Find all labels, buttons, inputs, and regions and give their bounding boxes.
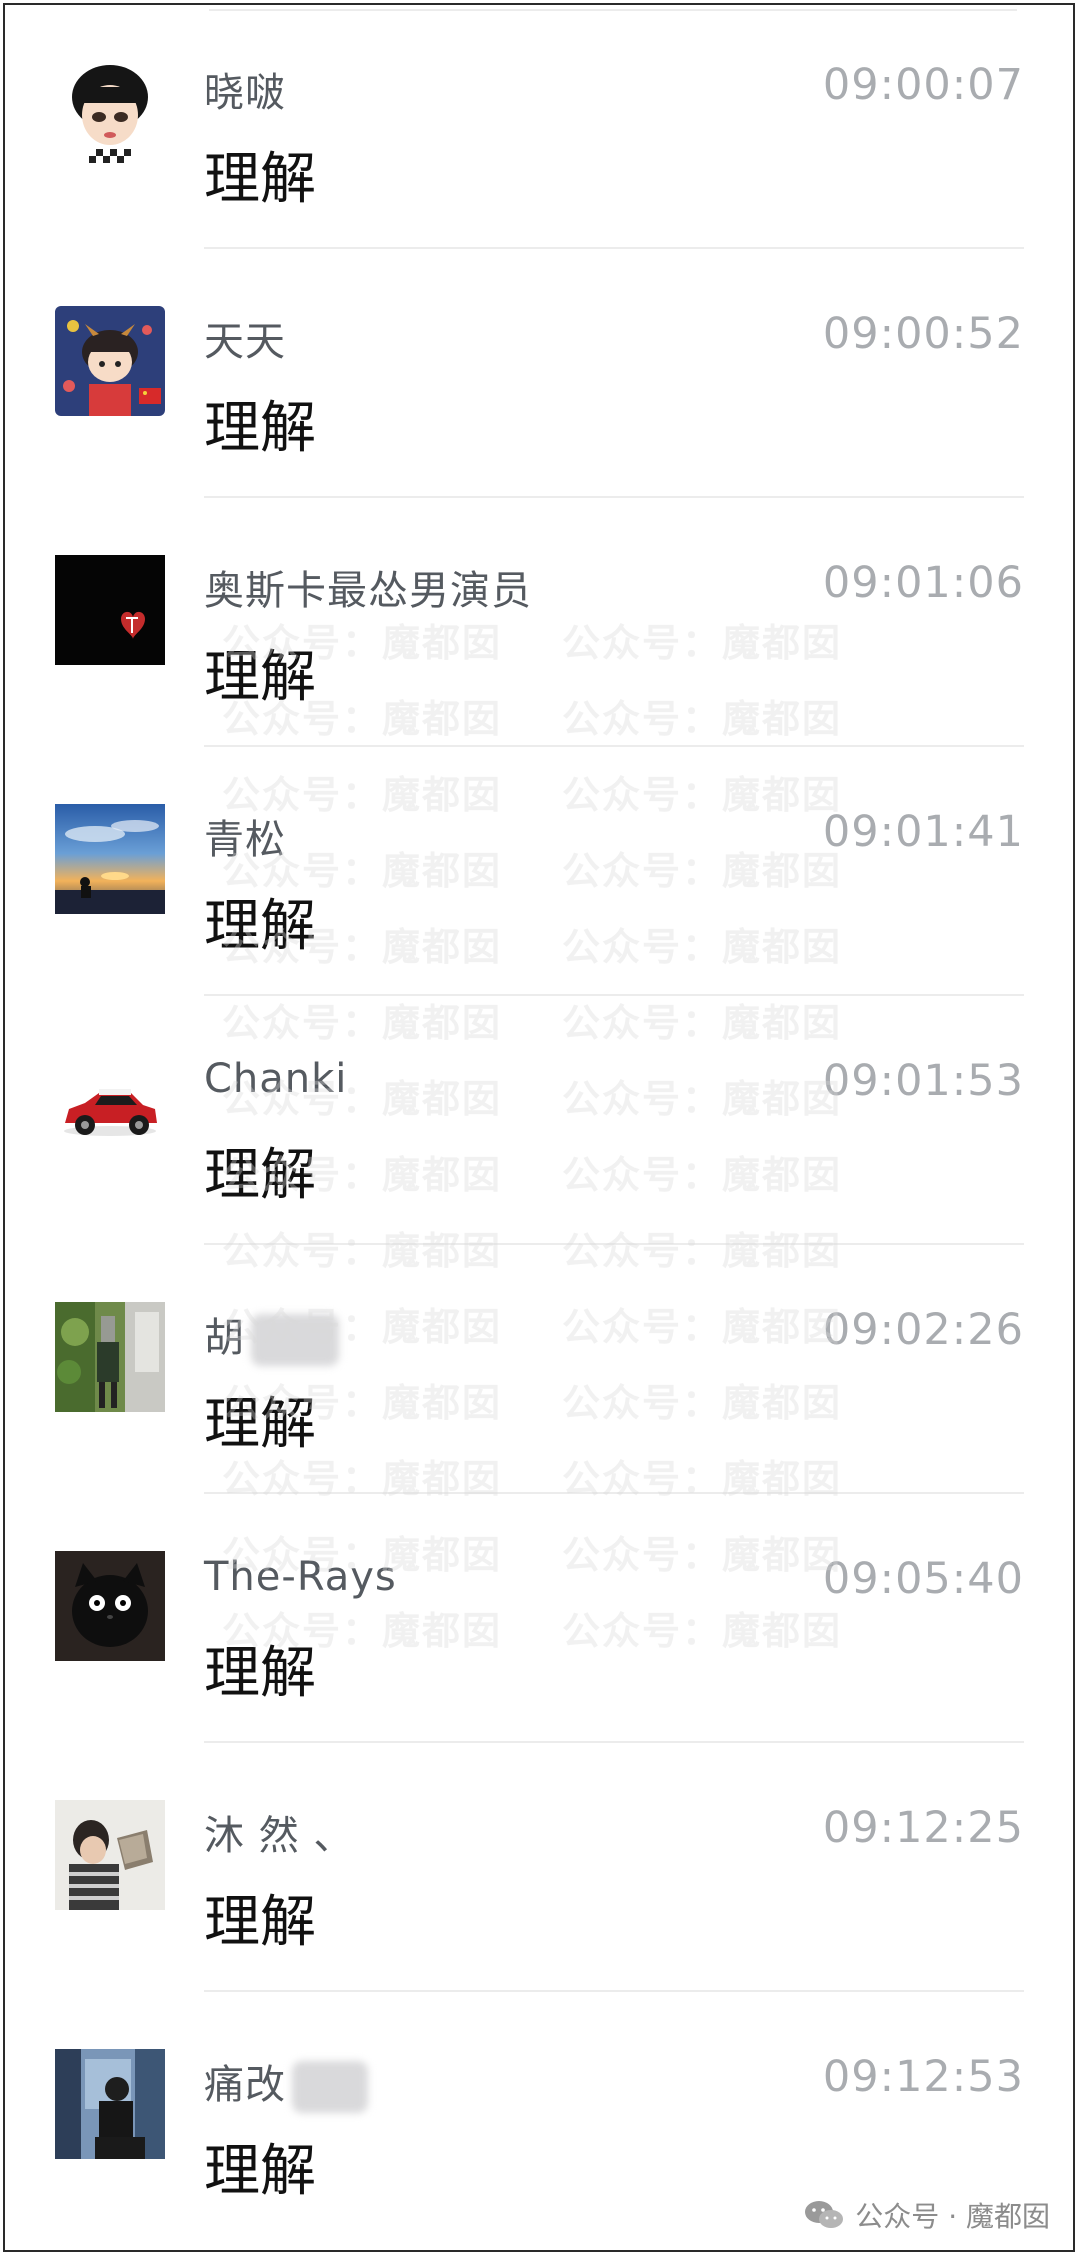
message-time: 09:02:26 (822, 1305, 1024, 1355)
chat-row[interactable]: 晓啵 09:00:07 理解 (0, 0, 1080, 249)
message-time: 09:01:41 (822, 807, 1024, 857)
chat-row[interactable]: 沐 然 、 09:12:25 理解 (0, 1743, 1080, 1992)
chat-row[interactable]: The-Rays 09:05:40 理解 (0, 1494, 1080, 1743)
message-text: 理解 (204, 396, 316, 461)
message-text: 理解 (204, 1392, 316, 1457)
message-text: 理解 (204, 645, 316, 710)
black-heart-avatar[interactable] (55, 555, 165, 665)
message-time: 09:00:52 (822, 309, 1024, 359)
chat-row[interactable]: Chanki 09:01:53 理解 (0, 996, 1080, 1245)
contact-name: 痛改 (204, 2052, 368, 2113)
chat-row[interactable]: 胡 09:02:26 理解 (0, 1245, 1080, 1494)
chat-row[interactable]: 奥斯卡最怂男演员 09:01:06 理解 (0, 498, 1080, 747)
message-text: 理解 (204, 1641, 316, 1706)
contact-name: The-Rays (204, 1554, 397, 1600)
message-time: 09:12:25 (822, 1803, 1024, 1853)
contact-name-visible: 胡 (204, 1315, 245, 1361)
black-cat-avatar[interactable] (55, 1551, 165, 1661)
message-time: 09:00:07 (822, 60, 1024, 110)
message-text: 理解 (204, 147, 316, 212)
contact-name: 天天 (204, 319, 286, 365)
footer-watermark: 公众号 · 魔都囡 (803, 2195, 1050, 2235)
contact-name: 奥斯卡最怂男演员 (204, 568, 532, 614)
chat-row[interactable]: 青松 09:01:41 理解 (0, 747, 1080, 996)
contact-name-visible: 痛改 (204, 2062, 286, 2108)
sunset-avatar[interactable] (55, 804, 165, 914)
message-text: 理解 (204, 1143, 316, 1208)
red-car-avatar[interactable] (55, 1053, 165, 1163)
cartoon-girl-avatar[interactable] (55, 57, 165, 167)
message-text: 理解 (204, 894, 316, 959)
contact-name: Chanki (204, 1056, 348, 1102)
contact-name: 青松 (204, 817, 286, 863)
chat-row[interactable]: 天天 09:00:52 理解 (0, 249, 1080, 498)
message-text: 理解 (204, 2139, 316, 2204)
person-photo-avatar[interactable] (55, 2049, 165, 2159)
redacted-name-blur (251, 1314, 339, 1366)
redacted-name-blur (292, 2061, 368, 2113)
child-photo-avatar[interactable] (55, 1800, 165, 1910)
footer-watermark-text: 公众号 · 魔都囡 (855, 2200, 1050, 2233)
message-time: 09:12:53 (822, 2052, 1024, 2102)
outdoor-photo-avatar[interactable] (55, 1302, 165, 1412)
message-time: 09:01:53 (822, 1056, 1024, 1106)
contact-name: 沐 然 、 (204, 1813, 355, 1859)
cartoon-kid-avatar[interactable] (55, 306, 165, 416)
wechat-icon (805, 2201, 844, 2228)
message-text: 理解 (204, 1890, 316, 1955)
contact-name: 晓啵 (204, 70, 286, 116)
message-time: 09:01:06 (822, 558, 1024, 608)
message-time: 09:05:40 (822, 1554, 1024, 1604)
contact-name: 胡 (204, 1305, 339, 1366)
